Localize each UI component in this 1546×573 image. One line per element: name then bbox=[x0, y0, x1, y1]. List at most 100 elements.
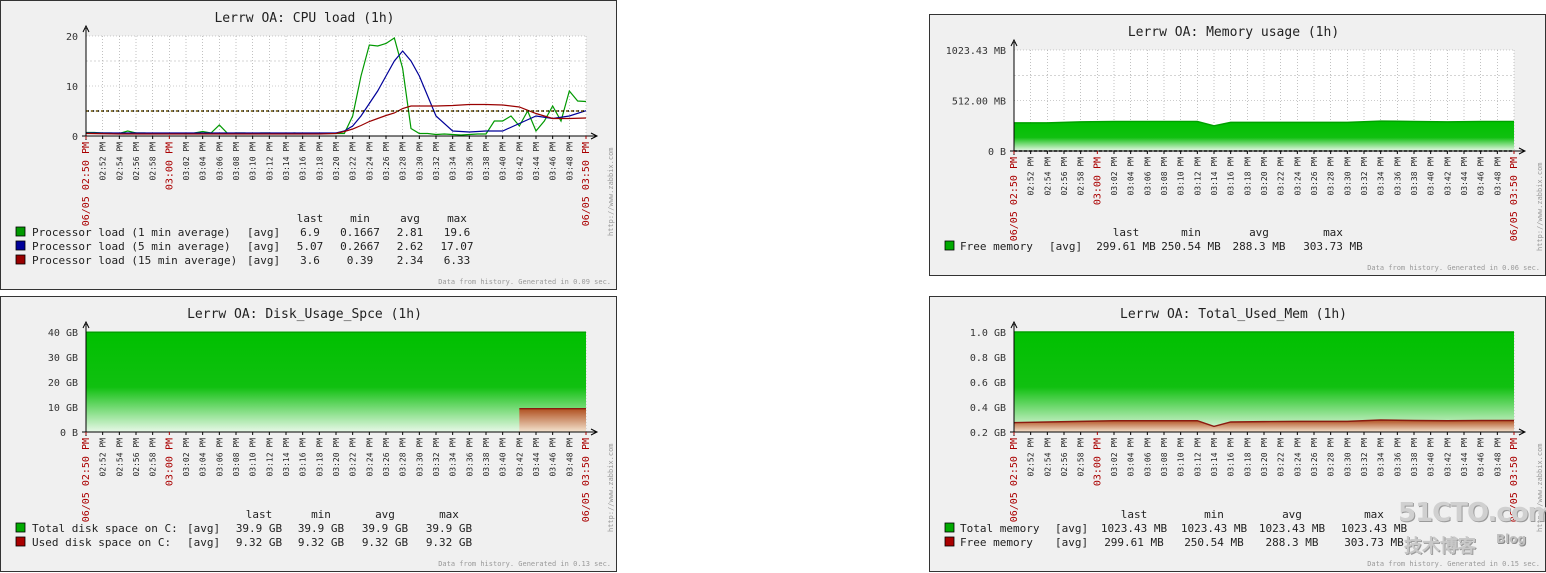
chart-title: Lerrw OA: Total_Used_Mem (1h) bbox=[1120, 307, 1347, 322]
y-tick-label: 20 GB bbox=[48, 378, 78, 389]
x-tick-label: 03:08 PM bbox=[232, 438, 241, 477]
x-tick-label: 03:48 PM bbox=[1493, 157, 1502, 196]
legend-header-max: max bbox=[439, 508, 459, 521]
y-tick-label: 512.00 MB bbox=[952, 97, 1006, 108]
legend-header-min: min bbox=[1204, 508, 1224, 521]
legend-agg: [avg] bbox=[247, 240, 280, 253]
legend-swatch bbox=[15, 536, 26, 547]
x-tick-label: 02:58 PM bbox=[1077, 157, 1086, 196]
x-tick-label: 03:02 PM bbox=[182, 142, 191, 181]
vendor-url: http://www.zabbix.com bbox=[607, 147, 615, 236]
legend-stat-max: 39.9 GB bbox=[426, 522, 473, 535]
generation-footer: Data from history. Generated in 0.06 sec… bbox=[1367, 264, 1540, 272]
watermark-subtitle: 技术博客 bbox=[1404, 536, 1476, 557]
x-tick-label: 03:34 PM bbox=[449, 142, 458, 181]
series-area-0 bbox=[86, 332, 586, 432]
x-tick-label: 02:54 PM bbox=[115, 438, 124, 477]
x-tick-label: 02:54 PM bbox=[1043, 157, 1052, 196]
series-area-0 bbox=[1014, 332, 1514, 432]
watermark-brand: 51CTO.com bbox=[1398, 498, 1546, 528]
x-tick-label: 06/05 02:50 PM bbox=[1009, 438, 1020, 522]
x-tick-label: 03:00 PM bbox=[1092, 157, 1103, 205]
legend-header-last: last bbox=[1121, 508, 1148, 521]
x-tick-label: 03:02 PM bbox=[1110, 438, 1119, 477]
x-tick-label: 03:40 PM bbox=[499, 142, 508, 181]
x-tick-label: 03:18 PM bbox=[315, 438, 324, 477]
x-tick-label: 02:58 PM bbox=[149, 438, 158, 477]
legend-agg: [avg] bbox=[247, 254, 280, 267]
x-tick-label: 03:34 PM bbox=[449, 438, 458, 477]
legend-swatch bbox=[944, 240, 955, 251]
x-tick-label: 03:10 PM bbox=[249, 142, 258, 181]
y-tick-label: 40 GB bbox=[48, 328, 78, 339]
cpu-load-chart: Lerrw OA: CPU load (1h) 0 10 20 06/05 02:50 … bbox=[0, 0, 617, 290]
cpu-load-graph: Lerrw OA: CPU load (1h) 0 10 20 06/05 02:50 … bbox=[0, 0, 617, 290]
legend-header-max: max bbox=[1364, 508, 1384, 521]
x-tick-label: 03:08 PM bbox=[1160, 438, 1169, 477]
y-tick-label: 0.2 GB bbox=[970, 428, 1006, 439]
x-tick-label: 03:48 PM bbox=[1493, 438, 1502, 477]
x-tick-label: 03:40 PM bbox=[499, 438, 508, 477]
legend-series-name: Total memory bbox=[960, 522, 1040, 535]
x-tick-label: 03:04 PM bbox=[199, 438, 208, 477]
x-tick-label: 03:42 PM bbox=[515, 438, 524, 477]
x-tick-label: 03:24 PM bbox=[365, 438, 374, 477]
x-tick-label: 03:46 PM bbox=[549, 142, 558, 181]
x-tick-label: 03:12 PM bbox=[265, 438, 274, 477]
x-tick-label: 06/05 02:50 PM bbox=[1009, 157, 1020, 241]
x-tick-label: 03:06 PM bbox=[1143, 157, 1152, 196]
x-tick-label: 03:26 PM bbox=[382, 438, 391, 477]
x-tick-label: 03:46 PM bbox=[549, 438, 558, 477]
legend-header-max: max bbox=[1323, 226, 1343, 239]
legend-swatch bbox=[15, 522, 26, 533]
x-tick-label: 03:42 PM bbox=[515, 142, 524, 181]
x-tick-label: 02:56 PM bbox=[1060, 438, 1069, 477]
legend-stat-max: 303.73 MB bbox=[1344, 536, 1404, 549]
watermark-blog-tag: Blog bbox=[1496, 532, 1527, 546]
legend-stat-last: 299.61 MB bbox=[1096, 240, 1156, 253]
x-tick-label: 03:26 PM bbox=[1310, 157, 1319, 196]
legend-stat-avg: 9.32 GB bbox=[362, 536, 409, 549]
x-tick-label: 03:48 PM bbox=[565, 142, 574, 181]
legend-stat-avg: 2.34 bbox=[397, 254, 424, 267]
x-tick-label: 03:12 PM bbox=[1193, 438, 1202, 477]
chart-title: Lerrw OA: Disk_Usage_Spce (1h) bbox=[187, 307, 422, 322]
y-tick-label: 10 bbox=[66, 82, 78, 93]
legend-stat-min: 250.54 MB bbox=[1161, 240, 1221, 253]
x-tick-label: 02:54 PM bbox=[1043, 438, 1052, 477]
x-tick-label: 03:02 PM bbox=[1110, 157, 1119, 196]
x-tick-label: 03:40 PM bbox=[1427, 438, 1436, 477]
y-tick-label: 0 B bbox=[60, 428, 78, 439]
x-tick-label: 03:08 PM bbox=[232, 142, 241, 181]
x-tick-label: 03:36 PM bbox=[1393, 438, 1402, 477]
legend-agg: [avg] bbox=[1049, 240, 1082, 253]
x-tick-label: 03:24 PM bbox=[1293, 438, 1302, 477]
legend-series-name: Total disk space on C: bbox=[32, 522, 178, 535]
x-tick-label: 03:44 PM bbox=[1460, 438, 1469, 477]
x-tick-label: 03:18 PM bbox=[1243, 157, 1252, 196]
legend-agg: [avg] bbox=[187, 522, 220, 535]
legend-swatch bbox=[15, 240, 26, 251]
x-tick-label: 03:38 PM bbox=[482, 142, 491, 181]
x-tick-label: 03:38 PM bbox=[1410, 157, 1419, 196]
x-tick-label: 03:38 PM bbox=[1410, 438, 1419, 477]
legend-swatch bbox=[15, 254, 26, 265]
x-tick-label: 02:52 PM bbox=[99, 438, 108, 477]
legend-series-name: Processor load (1 min average) bbox=[32, 226, 231, 239]
x-tick-label: 03:32 PM bbox=[432, 142, 441, 181]
y-tick-label: 0.8 GB bbox=[970, 353, 1006, 364]
chart-title: Lerrw OA: Memory usage (1h) bbox=[1128, 25, 1339, 40]
x-tick-label: 03:28 PM bbox=[399, 438, 408, 477]
x-tick-label: 03:22 PM bbox=[1277, 157, 1286, 196]
y-tick-label: 0 B bbox=[988, 147, 1006, 158]
y-tick-label: 10 GB bbox=[48, 403, 78, 414]
legend-header-avg: avg bbox=[375, 508, 395, 521]
legend-stat-avg: 2.62 bbox=[397, 240, 424, 253]
legend-swatch bbox=[944, 536, 955, 547]
x-tick-label: 03:00 PM bbox=[164, 438, 175, 486]
x-tick-label: 03:00 PM bbox=[1092, 438, 1103, 486]
legend-agg: [avg] bbox=[247, 226, 280, 239]
vendor-url: http://www.zabbix.com bbox=[607, 443, 615, 532]
x-tick-label: 02:58 PM bbox=[149, 142, 158, 181]
y-tick-label: 1023.43 MB bbox=[946, 46, 1006, 57]
